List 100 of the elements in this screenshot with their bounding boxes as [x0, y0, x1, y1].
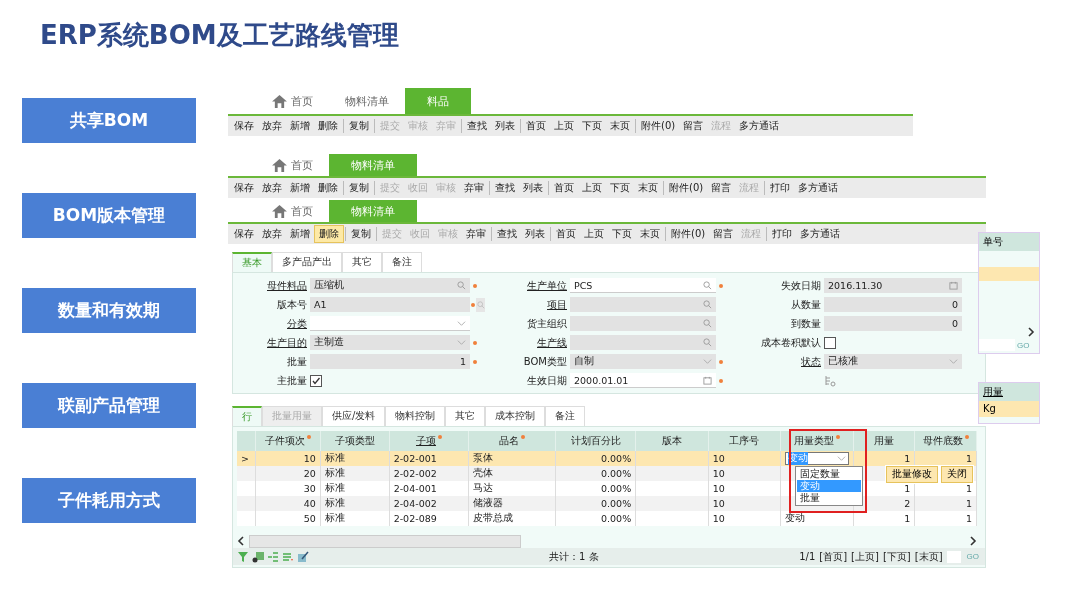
- toolbar-button[interactable]: 多方通话: [735, 118, 784, 134]
- toolbar-button[interactable]: 放弃: [258, 226, 286, 242]
- nav-tab[interactable]: 首页: [256, 200, 329, 222]
- input-field[interactable]: PCS: [570, 278, 716, 293]
- toolbar-button[interactable]: 首页: [550, 180, 578, 196]
- dropdown-option[interactable]: 固定数量: [797, 468, 861, 480]
- scroll-right-icon[interactable]: [969, 536, 977, 546]
- grid-tab[interactable]: 行: [232, 406, 262, 426]
- toolbar-button[interactable]: 上页: [580, 226, 608, 242]
- toolbar-button[interactable]: 放弃: [258, 118, 286, 134]
- toolbar-button[interactable]: 首页: [552, 226, 580, 242]
- toolbar-button[interactable]: 删除: [314, 225, 344, 243]
- toolbar-button[interactable]: 下页: [578, 118, 606, 134]
- grid-row[interactable]: 50 标准 2-02-089 皮带总成 0.00% 10 变动 1 1: [237, 511, 977, 526]
- toolbar-button[interactable]: 末页: [636, 226, 664, 242]
- grid-tab[interactable]: 供应/发料: [322, 406, 386, 426]
- toolbar-button[interactable]: 上页: [550, 118, 578, 134]
- toolbar-button[interactable]: 复制: [347, 226, 375, 242]
- toolbar-button[interactable]: 附件(0): [667, 226, 710, 242]
- input-field[interactable]: 0: [824, 297, 962, 312]
- toolbar-button[interactable]: 新增: [286, 180, 314, 196]
- toolbar-button[interactable]: 保存: [230, 118, 258, 134]
- toolbar-button[interactable]: 附件(0): [637, 118, 680, 134]
- selected-row[interactable]: [979, 267, 1039, 281]
- toolbar-button[interactable]: 下页: [608, 226, 636, 242]
- toolbar-button[interactable]: 保存: [230, 226, 258, 242]
- page-input[interactable]: [979, 339, 1015, 351]
- input-field[interactable]: [310, 316, 470, 331]
- popup-button[interactable]: 关闭: [941, 466, 973, 483]
- nav-tab[interactable]: 物料清单: [329, 88, 405, 114]
- toolbar-button[interactable]: 新增: [286, 118, 314, 134]
- popup-button[interactable]: 批量修改: [886, 466, 938, 483]
- input-field[interactable]: 压缩机: [310, 278, 470, 293]
- toolbar-button[interactable]: 弃审: [460, 180, 488, 196]
- nav-tab[interactable]: 首页: [256, 88, 329, 114]
- toolbar-button[interactable]: 列表: [519, 180, 547, 196]
- calendar-icon[interactable]: [703, 375, 712, 385]
- form-tab[interactable]: 基本: [232, 252, 272, 272]
- pager-link[interactable]: [首页]: [819, 549, 848, 564]
- nav-tab[interactable]: 首页: [256, 154, 329, 176]
- toolbar-button[interactable]: 末页: [606, 118, 634, 134]
- toolbar-button[interactable]: 查找: [491, 180, 519, 196]
- chevron-down-icon[interactable]: [457, 338, 466, 347]
- input-field[interactable]: [570, 316, 716, 331]
- grid-tab[interactable]: 成本控制: [485, 406, 546, 426]
- search-icon[interactable]: [457, 281, 466, 290]
- input-field[interactable]: 自制: [570, 354, 716, 369]
- toolbar-button[interactable]: 删除: [314, 118, 342, 134]
- toolbar-button[interactable]: 复制: [345, 118, 373, 134]
- toolbar-button[interactable]: 上页: [578, 180, 606, 196]
- input-field[interactable]: 已核准: [824, 354, 962, 369]
- grid-tab[interactable]: 物料控制: [385, 406, 446, 426]
- toolbar-button[interactable]: 查找: [463, 118, 491, 134]
- input-field[interactable]: A1: [310, 297, 470, 312]
- input-field[interactable]: 0: [824, 316, 962, 331]
- tree-settings-icon[interactable]: [824, 374, 836, 387]
- toolbar-button[interactable]: 保存: [230, 180, 258, 196]
- toolbar-button[interactable]: 打印: [766, 180, 795, 196]
- input-field[interactable]: [570, 297, 716, 312]
- pager-link[interactable]: [上页]: [851, 549, 879, 564]
- chevron-down-icon[interactable]: [703, 357, 712, 366]
- toolbar-button[interactable]: 留言: [707, 180, 736, 196]
- toolbar-button[interactable]: 打印: [768, 226, 797, 242]
- toolbar-button[interactable]: 留言: [679, 118, 708, 134]
- scrollbar[interactable]: [249, 534, 521, 548]
- calendar-icon[interactable]: [949, 281, 958, 290]
- search-icon[interactable]: [703, 338, 712, 347]
- toolbar-button[interactable]: 下页: [606, 180, 634, 196]
- add-row-icon[interactable]: [252, 550, 264, 563]
- toolbar-button[interactable]: 列表: [521, 226, 549, 242]
- input-field[interactable]: 2000.01.01: [570, 373, 716, 388]
- input-field[interactable]: 2016.11.30: [824, 278, 962, 293]
- toolbar-button[interactable]: 留言: [709, 226, 738, 242]
- page-input[interactable]: [946, 550, 961, 563]
- scroll-left-icon[interactable]: [237, 536, 245, 546]
- form-tab[interactable]: 备注: [382, 252, 422, 272]
- toolbar-button[interactable]: 末页: [634, 180, 662, 196]
- form-tab[interactable]: 其它: [342, 252, 382, 272]
- input-field[interactable]: 主制造: [310, 335, 470, 350]
- pager-link[interactable]: [末页]: [914, 549, 943, 564]
- chevron-down-icon[interactable]: [836, 454, 846, 463]
- chevron-down-icon[interactable]: [949, 357, 958, 366]
- input-field[interactable]: [570, 335, 716, 350]
- search-icon[interactable]: [703, 300, 712, 309]
- form-tab[interactable]: 多产品产出: [272, 252, 342, 272]
- toolbar-button[interactable]: 多方通话: [794, 180, 843, 196]
- grid-tab[interactable]: 其它: [445, 406, 486, 426]
- toolbar-button[interactable]: 放弃: [258, 180, 286, 196]
- toolbar-button[interactable]: 查找: [493, 226, 521, 242]
- toolbar-button[interactable]: 删除: [314, 180, 342, 196]
- toolbar-button[interactable]: 附件(0): [665, 180, 708, 196]
- toolbar-button[interactable]: 复制: [345, 180, 373, 196]
- toolbar-button[interactable]: 新增: [286, 226, 314, 242]
- toolbar-button[interactable]: 首页: [522, 118, 550, 134]
- search-icon[interactable]: [703, 319, 712, 328]
- checkbox[interactable]: [824, 336, 836, 349]
- checkbox[interactable]: [310, 374, 322, 387]
- input-field[interactable]: 1: [310, 354, 470, 369]
- edit-icon[interactable]: [297, 550, 309, 563]
- toolbar-button[interactable]: 弃审: [462, 226, 490, 242]
